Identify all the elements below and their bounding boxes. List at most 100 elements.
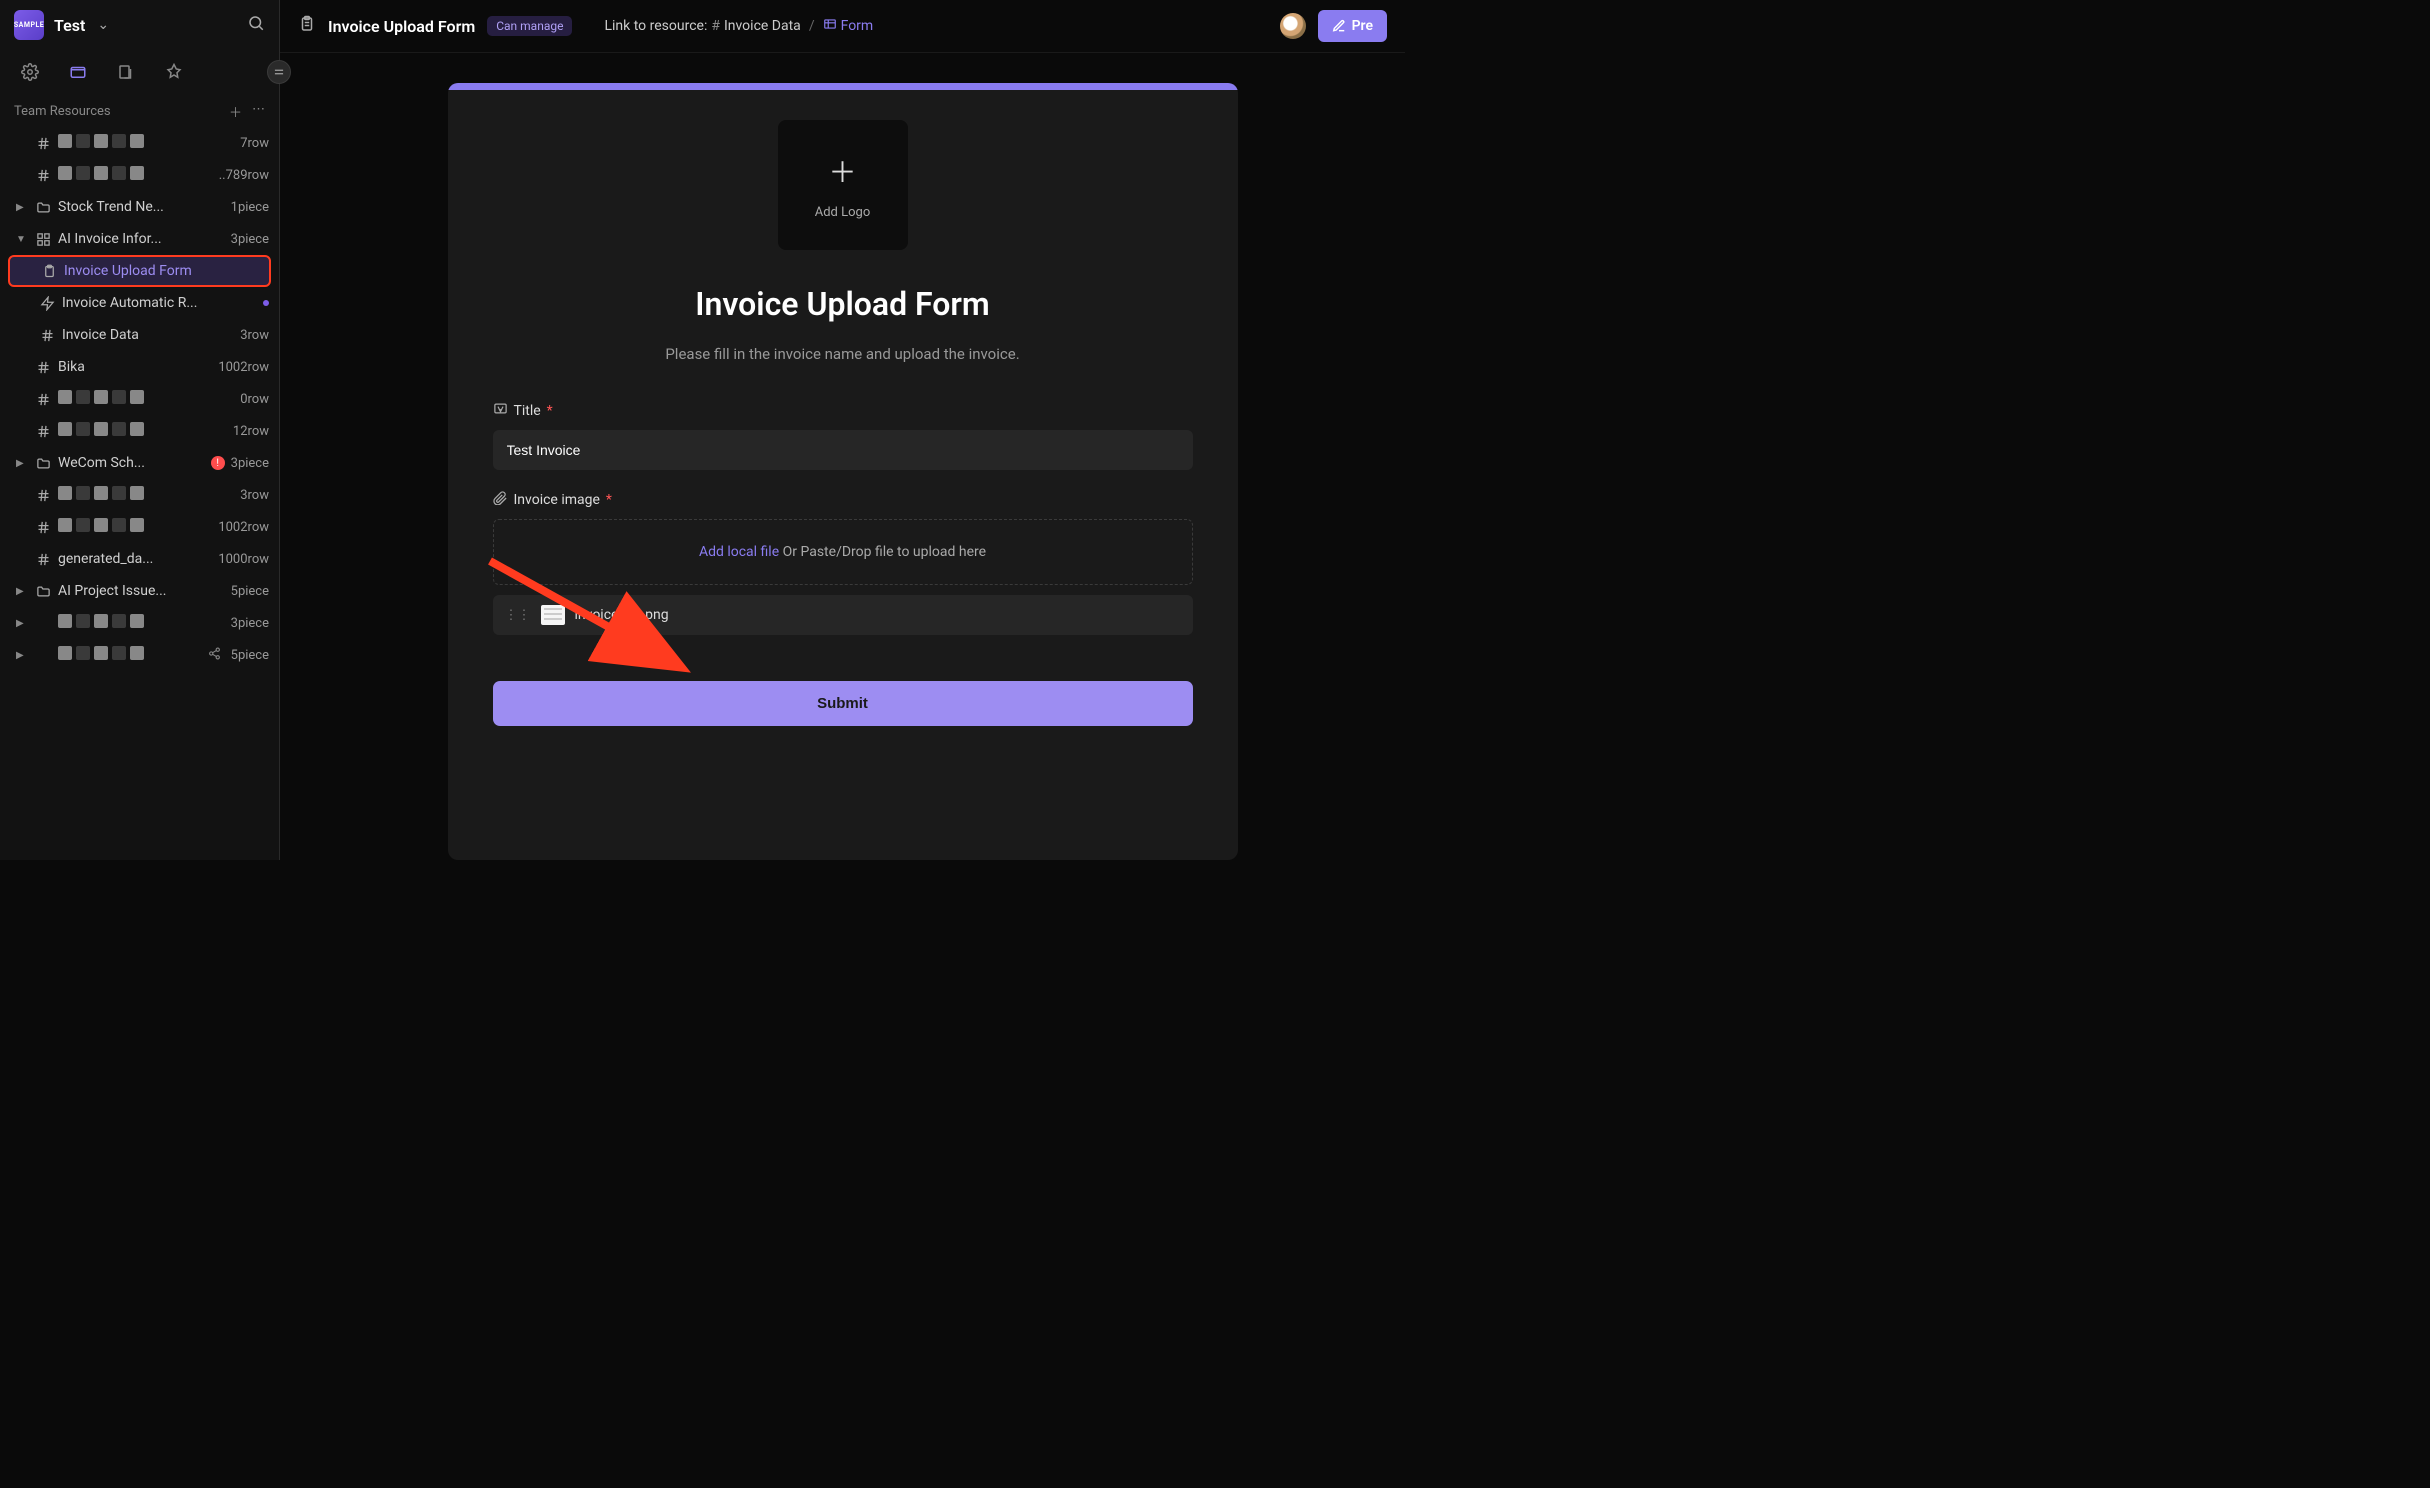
form-description[interactable]: Please fill in the invoice name and uplo… [493,345,1193,363]
uploaded-file-row[interactable]: ⋮⋮ invoice-tax.png [493,595,1193,635]
workspace-switcher[interactable]: SAMPLE Test ⌄ [0,0,279,50]
tree-item-suffix: ..789row [219,168,269,183]
add-resource-button[interactable]: ＋ [229,102,242,121]
tree-item[interactable]: 3row [0,479,279,511]
search-icon[interactable] [247,14,265,36]
link-label: Link to resource: [604,18,707,34]
section-title: Team Resources [14,104,111,119]
tree-item[interactable]: ▼AI Invoice Infor...3piece [0,223,279,255]
tree-item[interactable]: Invoice Upload Form [8,255,271,287]
hash-icon [34,136,52,151]
file-thumbnail [541,605,565,625]
share-icon [208,647,221,664]
tree-item[interactable]: ▶Stock Trend Ne...1piece [0,191,279,223]
tree-item-label: WeCom Sch... [58,455,203,471]
drag-handle-icon[interactable]: ⋮⋮ [505,608,531,623]
tree-item[interactable]: Invoice Automatic R... [0,287,279,319]
tree-item-suffix: 1piece [231,200,269,215]
tree-item[interactable]: 12row [0,415,279,447]
tree-item-label: Invoice Automatic R... [62,295,253,311]
breadcrumb-separator: / [809,18,815,34]
permission-badge[interactable]: Can manage [487,16,572,36]
tab-folder-icon[interactable] [68,62,88,82]
tree-item-suffix: 12row [233,424,269,439]
caret-icon: ▶ [16,650,28,661]
sidebar-tabs [0,50,279,96]
tree-item[interactable]: ▶AI Project Issue...5piece [0,575,279,607]
field-title: Title * [493,401,1193,470]
title-label: Title [514,403,541,419]
add-logo-button[interactable]: ＋ Add Logo [778,120,908,250]
hash-icon [34,424,52,439]
tree-item-suffix: 7row [240,136,269,151]
table-icon [823,17,837,35]
tree-item[interactable]: ..789row [0,159,279,191]
form-title[interactable]: Invoice Upload Form [493,285,1193,323]
more-options-button[interactable]: ⋯ [252,102,265,121]
chevron-down-icon: ⌄ [97,17,109,33]
error-badge: ! [211,456,225,470]
hash-icon [34,392,52,407]
title-input[interactable] [493,430,1193,470]
hash-icon: # [711,18,720,34]
plus-icon: ＋ [828,151,856,191]
tree-item-suffix: 3row [240,488,269,503]
caret-icon: ▶ [16,586,28,597]
preview-label: Pre [1352,18,1373,34]
text-field-icon [493,401,508,420]
submit-button[interactable]: Submit [493,681,1193,726]
tree-item[interactable]: generated_da...1000row [0,543,279,575]
tree-item[interactable]: Invoice Data3row [0,319,279,351]
tab-settings-icon[interactable] [20,62,40,82]
hash-icon [34,520,52,535]
drop-hint: Or Paste/Drop file to upload here [779,544,986,560]
hash-icon [38,328,56,343]
preview-button[interactable]: Pre [1318,10,1387,42]
tree-item-label: generated_da... [58,551,212,567]
main: Invoice Upload Form Can manage Link to r… [280,0,1405,860]
bolt-icon [38,296,56,311]
image-label: Invoice image [514,492,600,508]
tree-item[interactable]: 7row [0,127,279,159]
tree-item[interactable]: ▶5piece [0,639,279,671]
form-accent-bar [448,83,1238,90]
tree-item-suffix: 3piece [231,616,269,631]
tree-item-label: Invoice Upload Form [64,263,259,279]
hash-icon [34,360,52,375]
tree-item[interactable]: 1002row [0,511,279,543]
tab-pin-icon[interactable] [164,62,184,82]
resource-tree: 7row ..789row ▶Stock Trend Ne...1piece ▼ AI … [0,127,279,860]
status-dot [263,300,269,306]
tab-template-icon[interactable] [116,62,136,82]
file-name: invoice-tax.png [575,607,669,623]
tree-item-label: Invoice Data [62,327,234,343]
topbar: Invoice Upload Form Can manage Link to r… [280,0,1405,53]
add-local-file-link[interactable]: Add local file [699,544,779,560]
caret-icon: ▶ [16,202,28,213]
form-canvas: ＋ Add Logo Invoice Upload Form Please fi… [280,53,1405,860]
upload-dropzone[interactable]: Add local file Or Paste/Drop file to upl… [493,519,1193,585]
tree-item-suffix: 0row [240,392,269,407]
caret-icon: ▼ [16,234,28,245]
tree-item-label: Bika [58,359,212,375]
section-header: Team Resources ＋ ⋯ [0,96,279,127]
sidebar-collapse-button[interactable] [267,60,291,84]
tree-item-label: AI Invoice Infor... [58,231,225,247]
tree-item[interactable]: 0row [0,383,279,415]
form-link[interactable]: Form [841,18,874,34]
resource-breadcrumb: Link to resource: # Invoice Data / Form [604,17,873,35]
hash-icon [34,552,52,567]
resource-name[interactable]: Invoice Data [724,18,801,34]
tree-item[interactable]: ▶3piece [0,607,279,639]
caret-icon: ▶ [16,458,28,469]
required-marker: * [606,492,612,508]
user-avatar[interactable] [1280,13,1306,39]
clipboard-icon [298,15,316,37]
folder-icon [34,200,52,215]
hash-icon [34,168,52,183]
tree-item[interactable]: ▶WeCom Sch...!3piece [0,447,279,479]
page-title: Invoice Upload Form [328,17,475,36]
tree-item[interactable]: Bika1002row [0,351,279,383]
hash-icon [34,488,52,503]
clipboard-icon [40,264,58,279]
